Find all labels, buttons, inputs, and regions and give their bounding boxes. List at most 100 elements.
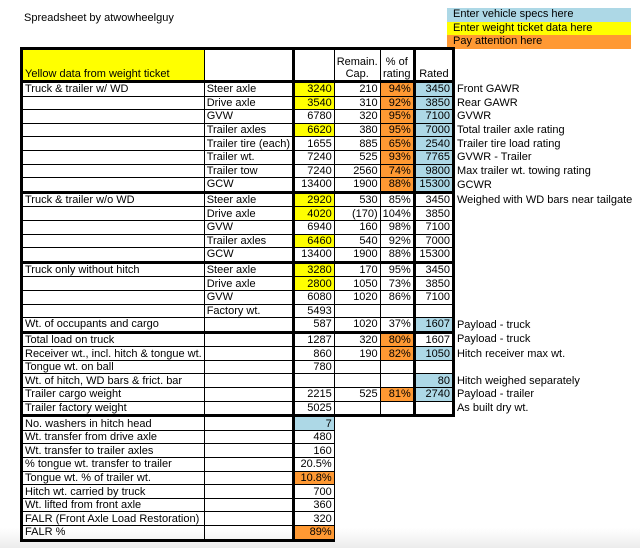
rated-value[interactable]: 2540 xyxy=(412,136,455,151)
blank xyxy=(334,444,453,458)
note: Weighed with WD bars near tailgate xyxy=(456,193,633,206)
item-label: Drive axle xyxy=(203,95,295,111)
rated-value: 15300 xyxy=(412,247,455,263)
weight-value[interactable]: 2800 xyxy=(292,276,335,291)
section-label: Truck & trailer w/ WD xyxy=(20,80,205,97)
header-remain-2: Cap. xyxy=(345,68,369,80)
note: GVWR - Trailer xyxy=(456,151,532,164)
blank xyxy=(334,512,453,526)
percent-of-rating: 95% xyxy=(379,109,415,124)
percent-of-rating: 73% xyxy=(379,276,415,291)
hitch-label: Wt. transfer from drive axle xyxy=(20,429,205,445)
weight-value xyxy=(292,373,335,389)
hitch-label: No. washers in hitch head xyxy=(20,415,205,431)
percent-of-rating: 93% xyxy=(379,149,415,165)
table-row: Tongue wt. % of trailer wt. 10.8% xyxy=(20,470,639,486)
note xyxy=(453,430,638,444)
rated-value[interactable]: 7100 xyxy=(412,109,455,124)
note: Hitch receiver max wt. xyxy=(456,347,566,360)
weight-value[interactable]: 6460 xyxy=(292,233,335,249)
rated-value[interactable]: 80 xyxy=(412,373,455,389)
table-row: Truck & trailer w/o WD Steer axle 2920 530 8… xyxy=(20,190,639,208)
rated-value[interactable]: 15300 xyxy=(412,177,455,193)
rated-value[interactable]: 7000 xyxy=(412,122,455,138)
weight-value: 587 xyxy=(292,317,335,333)
table-row: Wt. transfer to trailer axles 160 xyxy=(20,443,639,459)
load-label: Trailer factory weight xyxy=(20,400,205,418)
hitch-value: 360 xyxy=(292,497,335,513)
blank xyxy=(334,485,453,499)
rated-value: 7000 xyxy=(412,233,455,249)
header-pct-1: % of xyxy=(385,56,408,68)
section-label xyxy=(20,233,205,249)
rated-value: 7100 xyxy=(412,289,455,305)
table-row: Trailer tow 7240 2560 74% 9800 Max trailer wt… xyxy=(20,163,639,179)
note xyxy=(453,444,638,458)
blank xyxy=(203,346,295,361)
percent-of-rating: 37% xyxy=(379,317,415,333)
note: Trailer tire load rating xyxy=(456,137,561,150)
note: Hitch weighed separately xyxy=(456,374,580,387)
table-row: No. washers in hitch head 7 xyxy=(20,415,639,431)
rated-value xyxy=(412,359,455,375)
note: Payload - truck xyxy=(456,333,531,346)
percent-of-rating: 98% xyxy=(379,219,415,235)
weight-value[interactable]: 4020 xyxy=(292,206,335,221)
note: Payload - trailer xyxy=(456,388,535,401)
weight-value: 1655 xyxy=(292,136,335,151)
table-row: Wt. lifted from front axle 360 xyxy=(20,497,639,513)
rated-value[interactable]: 3450 xyxy=(412,80,455,97)
section-label xyxy=(20,109,205,124)
blank xyxy=(203,443,295,459)
percent-of-rating: 92% xyxy=(379,233,415,249)
rated-value xyxy=(412,400,455,418)
table-row: Truck only without hitch Steer axle 3280 17… xyxy=(20,260,639,278)
rated-value xyxy=(412,303,455,319)
table-row: Trailer tire (each) 1655 885 65% 2540 Trailer… xyxy=(20,136,639,151)
weight-value[interactable]: 2920 xyxy=(292,190,335,208)
item-label: GVW xyxy=(203,109,295,124)
rated-value: 1607 xyxy=(412,330,455,348)
weight-value: 2215 xyxy=(292,387,335,402)
rated-value[interactable]: 2740 xyxy=(412,387,455,402)
rated-value[interactable]: 1050 xyxy=(412,346,455,361)
note: As built dry wt. xyxy=(456,402,529,415)
section-label xyxy=(20,276,205,291)
weight-value: 780 xyxy=(292,359,335,375)
weight-value[interactable]: 3540 xyxy=(292,95,335,111)
rated-value[interactable]: 3850 xyxy=(412,95,455,111)
note xyxy=(453,360,638,374)
table-row: Trailer cargo weight 2215 525 81% 2740 Payloa… xyxy=(20,387,639,402)
load-label: Tongue wt. on ball xyxy=(20,359,205,375)
blank xyxy=(203,317,295,333)
hitch-label: Wt. lifted from front axle xyxy=(20,497,205,513)
weight-value: 13400 xyxy=(292,247,335,263)
section-label xyxy=(20,122,205,138)
note xyxy=(453,220,638,234)
section-label xyxy=(20,136,205,151)
item-label: Trailer axles xyxy=(203,233,295,249)
weight-value[interactable]: 3280 xyxy=(292,260,335,278)
remaining-capacity: 310 xyxy=(333,95,381,111)
table-row: % tongue wt. transfer to trailer 20.5% xyxy=(20,457,639,472)
rated-value: 7100 xyxy=(412,219,455,235)
rated-value[interactable]: 9800 xyxy=(412,163,455,179)
rated-value[interactable]: 7765 xyxy=(412,149,455,165)
hitch-label: FALR % xyxy=(20,525,205,542)
color-legend: Enter vehicle specs here Enter weight ti… xyxy=(447,8,631,49)
rated-value[interactable]: 1607 xyxy=(412,317,455,333)
note: Rear GAWR xyxy=(456,96,518,109)
item-label: Steer axle xyxy=(203,80,295,97)
load-label: Total load on truck xyxy=(20,330,205,348)
occupants-label: Wt. of occupants and cargo xyxy=(20,317,205,333)
percent-of-rating xyxy=(379,359,415,375)
header-remaining-capacity: Remain. Cap. xyxy=(333,47,381,82)
note xyxy=(453,471,638,485)
hitch-value[interactable]: 7 xyxy=(292,415,335,431)
remaining-capacity: (170) xyxy=(333,206,381,221)
table-row: GVW 6940 160 98% 7100 xyxy=(20,219,639,235)
weight-value[interactable]: 6620 xyxy=(292,122,335,138)
weight-value[interactable]: 3240 xyxy=(292,80,335,97)
rated-value: 3850 xyxy=(412,276,455,291)
header-value xyxy=(292,47,335,82)
